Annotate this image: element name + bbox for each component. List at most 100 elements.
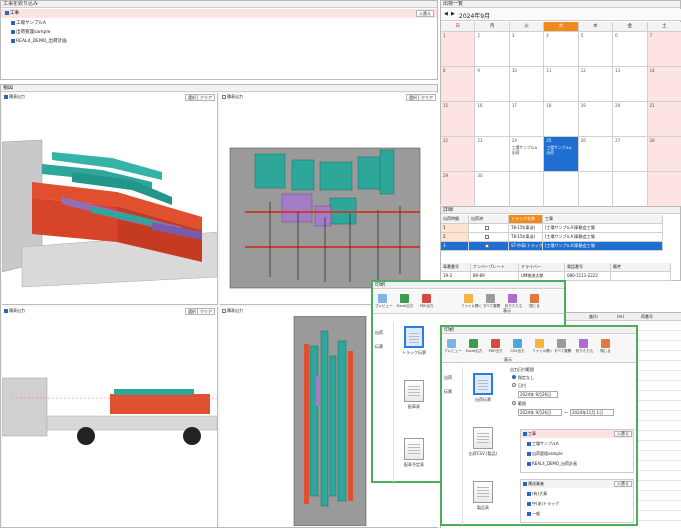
- pdf-export-button[interactable]: PDF出力: [488, 339, 503, 354]
- tree-work-item[interactable]: 工場サンプルA: [527, 441, 559, 447]
- detail-shipped-checkbox-cell[interactable]: [469, 224, 509, 233]
- close-button[interactable]: 閉じる: [527, 294, 542, 309]
- close-button[interactable]: 閉じる: [598, 339, 613, 354]
- preview-button[interactable]: プレビュー: [444, 339, 462, 354]
- viewport-top-left[interactable]: 積表出力 選択 クリア: [2, 93, 218, 305]
- vehicle-cell[interactable]: 080-1111-2222: [565, 272, 611, 281]
- view-checkbox[interactable]: [4, 309, 8, 313]
- detail-column-header[interactable]: トラック名称: [509, 215, 543, 224]
- calendar-day-cell[interactable]: [509, 172, 545, 207]
- calendar-day-cell[interactable]: 30: [475, 172, 510, 207]
- vehicle-cell[interactable]: [611, 272, 671, 281]
- calendar-day-cell[interactable]: 27: [613, 137, 648, 172]
- tree-carriers-swap-button[interactable]: 入替え: [614, 481, 632, 487]
- tree-works-swap-button[interactable]: 入替え: [614, 431, 632, 437]
- calendar-day-cell[interactable]: 22: [441, 137, 476, 172]
- truck-side-model[interactable]: [220, 102, 438, 305]
- work-item[interactable]: REAL4_DEMO_出荷計画: [1, 37, 437, 46]
- tree-work-checkbox[interactable]: [527, 442, 531, 446]
- tree-work-item[interactable]: REAL4_DEMO_出荷計画: [527, 461, 577, 467]
- print-item-dispatch[interactable]: 配車表: [399, 380, 429, 410]
- view-checkbox[interactable]: [222, 309, 226, 313]
- date-single-input[interactable]: 2024年 9月26日: [518, 391, 558, 398]
- truck-elevation-model[interactable]: [2, 316, 218, 526]
- calendar-day-cell[interactable]: 29: [441, 172, 476, 207]
- radio-date[interactable]: 日付: [512, 383, 526, 389]
- calendar-day-cell[interactable]: 14: [647, 67, 681, 102]
- tree-carrier-checkbox[interactable]: [527, 502, 531, 506]
- calendar-day-cell[interactable]: 4: [544, 32, 579, 67]
- detail-shipped-checkbox-cell[interactable]: [469, 233, 509, 242]
- print-item-product-list[interactable]: 製品表: [468, 481, 498, 511]
- work-item-checkbox[interactable]: [11, 29, 15, 34]
- viewport-top-right[interactable]: 積表出力 選択 クリア: [220, 93, 438, 305]
- calendar-day-cell[interactable]: 13: [613, 67, 648, 102]
- detail-cell[interactable]: [工場サンプルA]車動会工場: [543, 224, 663, 233]
- excel-export-button[interactable]: Excel出力: [466, 339, 482, 354]
- work-root-checkbox[interactable]: [5, 10, 9, 15]
- print-item-shipping-csv[interactable]: 出荷CSV (製品): [468, 427, 498, 457]
- work-item-checkbox[interactable]: [11, 38, 15, 43]
- calendar-day-cell[interactable]: 20: [613, 102, 648, 137]
- csv-export-button[interactable]: CSV出力: [510, 339, 525, 354]
- tree-work-checkbox[interactable]: [527, 462, 531, 466]
- calendar-day-cell[interactable]: [578, 172, 614, 207]
- next-month-icon[interactable]: ▶: [451, 11, 455, 17]
- clear-button[interactable]: クリア: [197, 308, 215, 315]
- calendar-day-cell[interactable]: 7: [647, 32, 681, 67]
- calendar-day-cell[interactable]: 17: [509, 102, 545, 137]
- detail-cell[interactable]: 1: [441, 224, 469, 233]
- calendar-day-cell[interactable]: 19: [578, 102, 614, 137]
- detail-cell[interactable]: 2: [441, 233, 469, 242]
- tree-carrier-item[interactable]: 一般: [527, 511, 540, 517]
- calendar-day-cell[interactable]: 5: [578, 32, 614, 67]
- detail-column-header[interactable]: 出荷済: [469, 215, 509, 224]
- calendar-day-cell[interactable]: 28: [647, 137, 681, 172]
- prev-month-icon[interactable]: ◀: [444, 11, 448, 17]
- tree-works-checkbox[interactable]: [523, 432, 527, 436]
- calendar-day-cell[interactable]: 1: [441, 32, 476, 67]
- calendar-day-cell[interactable]: 15: [441, 102, 476, 137]
- calendar-day-cell[interactable]: [544, 172, 579, 207]
- collapse-button[interactable]: 折りたたむ: [576, 339, 594, 354]
- shipped-checkbox[interactable]: [485, 244, 489, 248]
- collapse-button[interactable]: 折りたたむ: [505, 294, 523, 309]
- shipped-checkbox[interactable]: [485, 235, 489, 239]
- calendar-day-cell[interactable]: 25 工場サンプルA 出荷: [544, 137, 579, 172]
- calendar-day-cell[interactable]: 26: [578, 137, 614, 172]
- detail-column-header[interactable]: 工事: [543, 215, 663, 224]
- date-to-input[interactable]: 2024年11月 1日: [570, 409, 614, 416]
- shipped-checkbox[interactable]: [485, 226, 489, 230]
- calendar-day-cell[interactable]: 18: [544, 102, 579, 137]
- radio-none[interactable]: 指定なし: [512, 375, 534, 381]
- detail-column-header[interactable]: 出荷時間: [441, 215, 469, 224]
- date-from-input[interactable]: 2024年 9月26日: [518, 409, 562, 416]
- calendar-day-cell[interactable]: 24 工場サンプルA 出荷: [509, 137, 545, 172]
- calendar-day-cell[interactable]: [613, 172, 648, 207]
- pdf-export-button[interactable]: PDF出力: [419, 294, 434, 309]
- calendar-day-cell[interactable]: 8: [441, 67, 476, 102]
- calendar-day-cell[interactable]: 3: [509, 32, 545, 67]
- radio-range[interactable]: 範囲: [512, 401, 526, 407]
- work-item[interactable]: 工場サンプルA: [1, 19, 437, 28]
- open-file-button[interactable]: ファイル開く: [532, 339, 553, 354]
- work-swap-button[interactable]: 入替え: [416, 10, 434, 17]
- excel-export-button[interactable]: Excel出力: [397, 294, 413, 309]
- truck-3d-model[interactable]: [2, 102, 218, 305]
- detail-cell[interactable]: [工場サンプルA]車動会工場: [543, 242, 663, 251]
- view-checkbox[interactable]: [222, 95, 226, 99]
- clear-button[interactable]: クリア: [197, 94, 215, 101]
- detail-cell[interactable]: [工場サンプルA]車動会工場: [543, 233, 663, 242]
- tree-work-item[interactable]: 出荷管理sample: [527, 451, 563, 457]
- calendar-day-cell[interactable]: 10: [509, 67, 545, 102]
- calendar-day-cell[interactable]: 2: [475, 32, 510, 67]
- detail-cell[interactable]: 3: [441, 242, 469, 251]
- tree-carriers-checkbox[interactable]: [523, 482, 527, 486]
- calendar-event[interactable]: 工場サンプルA 出荷: [512, 145, 541, 155]
- open-file-button[interactable]: ファイル開く: [461, 294, 482, 309]
- calendar-day-cell[interactable]: [647, 172, 681, 207]
- work-item-checkbox[interactable]: [11, 20, 15, 25]
- work-root-row[interactable]: 工事: [1, 9, 437, 18]
- tree-carrier-checkbox[interactable]: [527, 512, 531, 516]
- calendar-day-cell[interactable]: 12: [578, 67, 614, 102]
